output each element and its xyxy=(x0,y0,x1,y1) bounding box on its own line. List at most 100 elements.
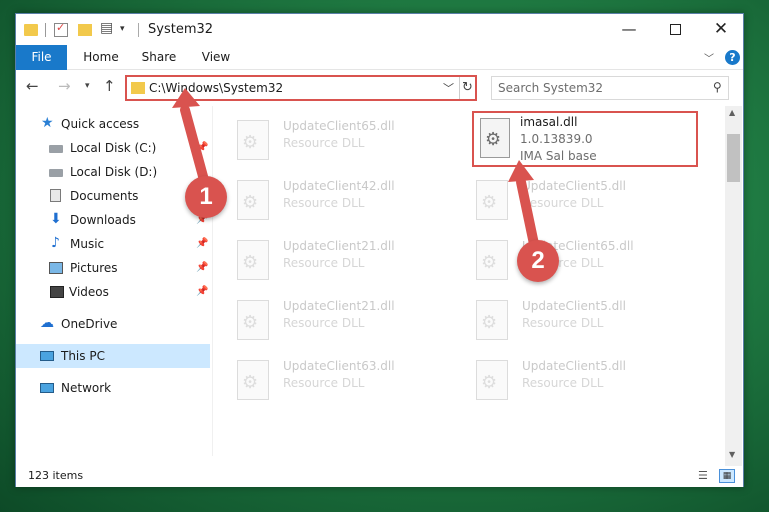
file-item[interactable]: UpdateClient5.dll Resource DLL xyxy=(452,174,672,230)
large-icons-view-icon[interactable]: ▦ xyxy=(719,469,735,483)
window-title: System32 xyxy=(148,22,214,37)
sidebar-item-local-disk-c[interactable]: Local Disk (C:) 📌 xyxy=(16,136,210,160)
pin-icon[interactable]: 📌 xyxy=(196,232,208,256)
file-item[interactable]: UpdateClient5.dll Resource DLL xyxy=(452,294,672,350)
sidebar-item-documents[interactable]: Documents 📌 xyxy=(16,184,210,208)
details-view-icon[interactable]: ☰ xyxy=(698,470,714,482)
sidebar-item-label: Network xyxy=(61,381,112,395)
pin-icon[interactable]: 📌 xyxy=(196,136,208,160)
file-item[interactable]: UpdateClient63.dll Resource DLL xyxy=(213,354,433,410)
file-name: UpdateClient42.dll xyxy=(283,179,395,193)
new-folder-icon[interactable] xyxy=(78,24,92,36)
star-icon: ★ xyxy=(41,115,54,131)
address-path[interactable]: C:\Windows\System32 xyxy=(149,81,283,95)
divider xyxy=(138,23,139,37)
file-type: Resource DLL xyxy=(283,316,365,330)
file-type: Resource DLL xyxy=(522,196,604,210)
help-icon[interactable]: ? xyxy=(725,50,740,65)
pictures-icon xyxy=(49,262,63,274)
sidebar-item-label: Documents xyxy=(70,189,139,203)
file-list: UpdateClient65.dll Resource DLL UpdateCl… xyxy=(213,106,725,456)
address-history-chevron-icon[interactable]: ﹀ xyxy=(443,80,454,96)
sidebar-item-onedrive[interactable]: ☁ OneDrive xyxy=(16,312,210,336)
highlighted-file-item[interactable]: imasal.dll 1.0.13839.0 IMA Sal base xyxy=(472,111,698,167)
file-name: UpdateClient5.dll xyxy=(522,179,626,193)
properties-icon[interactable] xyxy=(54,21,68,37)
file-version: 1.0.13839.0 xyxy=(520,132,593,146)
sidebar-item-network[interactable]: Network xyxy=(16,376,210,400)
dll-file-icon xyxy=(480,118,510,158)
ribbon-tabs: File Home Share View ﹀ ? xyxy=(16,45,743,70)
minimize-button[interactable]: — xyxy=(606,14,652,45)
sidebar-item-label: Pictures xyxy=(70,261,118,275)
sidebar-item-music[interactable]: ♪ Music 📌 xyxy=(16,232,210,256)
sidebar-item-label: Downloads xyxy=(70,213,136,227)
folder-icon xyxy=(131,82,145,94)
customize-view-icon[interactable] xyxy=(100,20,116,37)
sidebar-item-this-pc[interactable]: This PC xyxy=(16,344,210,368)
tab-share[interactable]: Share xyxy=(137,45,181,70)
dll-file-icon xyxy=(237,240,269,280)
dll-file-icon xyxy=(237,360,269,400)
file-name: UpdateClient63.dll xyxy=(283,359,395,373)
forward-arrow-icon[interactable]: → xyxy=(58,77,71,95)
file-name: imasal.dll xyxy=(520,115,578,129)
file-item[interactable]: UpdateClient5.dll Resource DLL xyxy=(452,354,672,410)
sidebar-item-label: Local Disk (D:) xyxy=(70,165,158,179)
close-button[interactable]: ✕ xyxy=(698,14,744,45)
sidebar-item-videos[interactable]: Videos 📌 xyxy=(16,280,210,304)
search-box[interactable]: Search System32 ⚲ xyxy=(491,76,729,100)
sidebar-item-label: Videos xyxy=(69,285,109,299)
recent-locations-chevron-icon[interactable]: ▾ xyxy=(85,81,90,91)
sidebar-item-local-disk-d[interactable]: Local Disk (D:) xyxy=(16,160,210,184)
file-type: Resource DLL xyxy=(283,376,365,390)
file-item[interactable]: UpdateClient65.dll Resource DLL xyxy=(213,114,433,170)
file-item[interactable]: UpdateClient21.dll Resource DLL xyxy=(213,234,433,290)
tab-home[interactable]: Home xyxy=(79,45,123,70)
documents-icon xyxy=(50,189,61,202)
sidebar-item-pictures[interactable]: Pictures 📌 xyxy=(16,256,210,280)
maximize-button[interactable] xyxy=(652,14,698,45)
file-name: UpdateClient21.dll xyxy=(283,299,395,313)
file-item[interactable]: UpdateClient65.dll Resource DLL xyxy=(452,234,672,290)
back-arrow-icon[interactable]: ← xyxy=(26,77,39,95)
tab-file[interactable]: File xyxy=(16,45,67,70)
tab-view[interactable]: View xyxy=(196,45,236,70)
scroll-up-arrow-icon[interactable]: ▲ xyxy=(729,108,735,117)
file-item[interactable]: UpdateClient42.dll Resource DLL xyxy=(213,174,433,230)
pin-icon[interactable]: 📌 xyxy=(196,256,208,280)
file-name: UpdateClient5.dll xyxy=(522,299,626,313)
close-icon: ✕ xyxy=(713,19,729,39)
pin-icon[interactable]: 📌 xyxy=(196,280,208,304)
dll-file-icon xyxy=(476,360,508,400)
music-icon: ♪ xyxy=(51,235,60,251)
vertical-scrollbar[interactable]: ▲ ▼ xyxy=(725,106,742,466)
scrollbar-thumb[interactable] xyxy=(727,134,740,182)
up-arrow-icon[interactable]: ↑ xyxy=(103,77,116,95)
file-type: Resource DLL xyxy=(283,256,365,270)
address-bar[interactable]: C:\Windows\System32 ﹀ ↻ xyxy=(125,75,477,101)
sidebar-item-quick-access[interactable]: ★ Quick access xyxy=(16,112,210,136)
dll-file-icon xyxy=(476,300,508,340)
file-item[interactable]: UpdateClient21.dll Resource DLL xyxy=(213,294,433,350)
divider xyxy=(45,23,46,37)
minimize-icon: — xyxy=(621,20,637,38)
sidebar-item-label: Quick access xyxy=(61,117,140,131)
file-name: UpdateClient65.dll xyxy=(283,119,395,133)
drive-icon xyxy=(49,145,63,153)
sidebar-item-downloads[interactable]: ⬇ Downloads 📌 xyxy=(16,208,210,232)
quick-access-toolbar-dropdown-icon[interactable]: ▾ xyxy=(120,24,125,40)
videos-icon xyxy=(50,286,64,298)
title-bar: ▾ System32 — ✕ xyxy=(16,14,743,45)
cloud-icon: ☁ xyxy=(40,315,54,331)
refresh-icon[interactable]: ↻ xyxy=(459,77,475,99)
sidebar-item-label: OneDrive xyxy=(61,317,118,331)
dll-file-icon xyxy=(476,180,508,220)
expand-ribbon-chevron-icon[interactable]: ﹀ xyxy=(704,50,714,65)
navigation-pane: ★ Quick access Local Disk (C:) 📌 Local D… xyxy=(16,106,212,456)
navigation-bar: ← → ▾ ↑ C:\Windows\System32 ﹀ ↻ Search S… xyxy=(16,71,743,104)
pc-icon xyxy=(40,351,54,361)
scroll-down-arrow-icon[interactable]: ▼ xyxy=(729,450,735,459)
dll-file-icon xyxy=(237,300,269,340)
explorer-window: ▾ System32 — ✕ File Home Share View ﹀ ? … xyxy=(15,13,744,487)
